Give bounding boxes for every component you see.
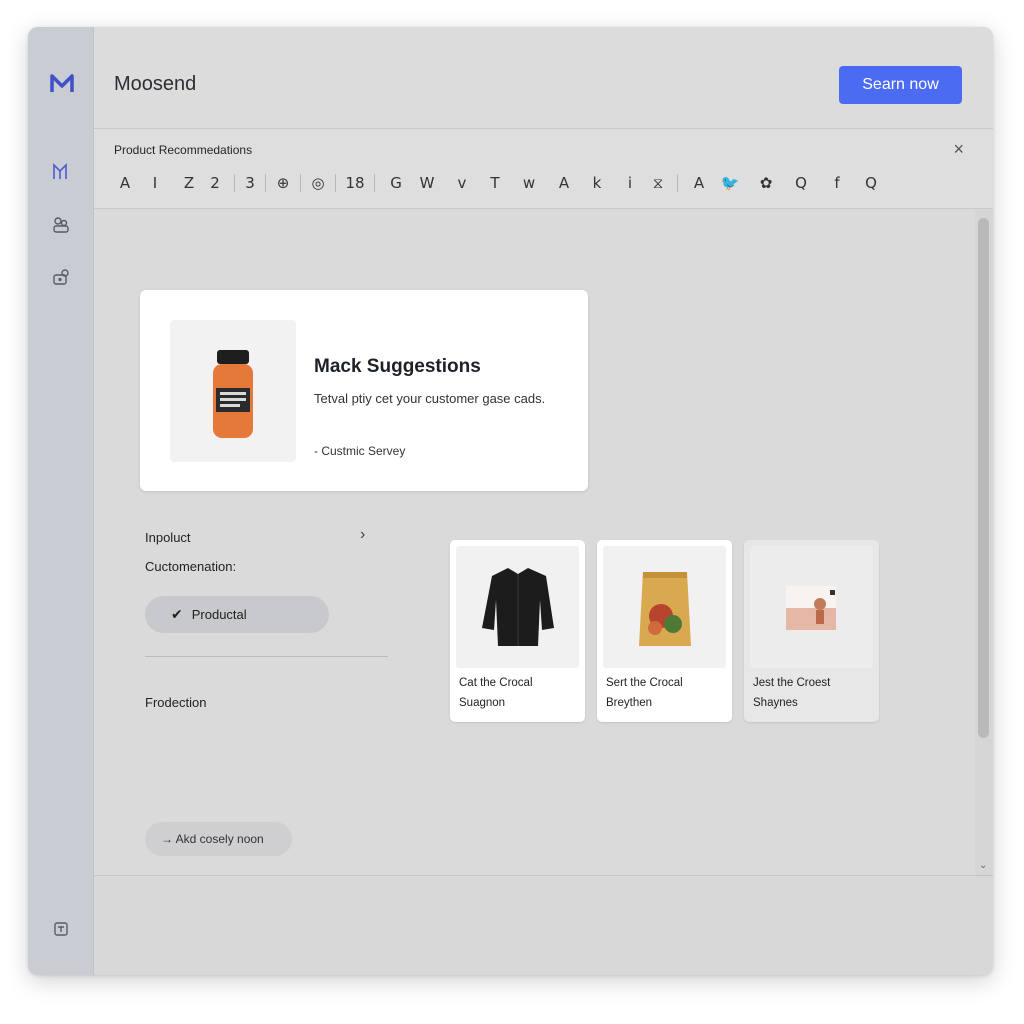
add-content-button[interactable]: → Akd cosely noon xyxy=(145,822,292,856)
product-card[interactable]: Sert the Crocal Breythen xyxy=(597,540,732,722)
tool-w-lower[interactable]: w xyxy=(511,171,547,195)
chevron-down-icon[interactable]: ⌄ xyxy=(979,860,987,871)
toolbar-divider xyxy=(265,174,266,192)
hourglass-icon[interactable]: ⧖ xyxy=(647,171,669,195)
campaign-icon xyxy=(53,163,67,179)
sidebar-item-campaigns[interactable] xyxy=(49,160,73,184)
search-icon[interactable]: Q xyxy=(784,171,818,195)
hero-description: Tetval ptiy cet your customer gase cads. xyxy=(314,391,546,406)
tool-t[interactable]: T xyxy=(479,171,511,195)
product-name-line2: Breythen xyxy=(606,697,653,709)
document-icon xyxy=(54,922,68,936)
target-icon[interactable]: ◎ xyxy=(309,171,327,195)
tool-3[interactable]: 3 xyxy=(243,171,257,195)
hero-meta: - Custmic Servey xyxy=(314,444,406,458)
scrollbar[interactable]: ⌄ xyxy=(975,210,993,875)
product-card[interactable]: Jest the Croest Shaynes xyxy=(744,540,879,722)
tool-text-color[interactable]: A xyxy=(686,171,712,195)
hero-image xyxy=(170,320,296,462)
close-icon[interactable]: × xyxy=(953,139,964,160)
orange-bottle-icon xyxy=(213,350,253,438)
moosend-logo-icon xyxy=(50,74,74,92)
tool-g[interactable]: G xyxy=(383,171,409,195)
tool-font-size[interactable]: 18 xyxy=(344,171,366,195)
scrollbar-thumb[interactable] xyxy=(978,218,989,738)
product-name-line1: Cat the Crocal xyxy=(459,677,533,689)
check-icon: ✔ xyxy=(171,606,183,622)
users-icon xyxy=(53,217,69,233)
editor-toolbar: Product Recommedations × A I Z 2 3 ⊕ ◎ 1… xyxy=(94,129,993,209)
search-now-button[interactable]: Searn now xyxy=(839,66,962,104)
tool-2[interactable]: 2 xyxy=(204,171,226,195)
chevron-right-icon[interactable]: › xyxy=(360,526,365,544)
zoom-icon[interactable]: Q xyxy=(856,171,886,195)
globe-icon[interactable]: ⊕ xyxy=(274,171,292,195)
product-card[interactable]: Cat the Crocal Suagnon xyxy=(450,540,585,722)
hero-title: Mack Suggestions xyxy=(314,356,481,377)
toolbar-divider xyxy=(677,174,678,192)
tool-w[interactable]: W xyxy=(409,171,445,195)
app-window: Moosend Searn now Product Recommedations… xyxy=(28,27,993,975)
toolbar-divider xyxy=(335,174,336,192)
product-image xyxy=(456,546,579,668)
product-name-line2: Suagnon xyxy=(459,697,506,709)
snack-bag-icon xyxy=(639,572,691,646)
product-image xyxy=(603,546,726,668)
section-label-production: Frodection xyxy=(145,695,207,710)
toolbar-divider xyxy=(374,174,375,192)
sidebar-item-audience[interactable] xyxy=(49,213,73,237)
panel-title: Product Recommedations xyxy=(114,143,253,157)
black-jacket-icon xyxy=(482,568,554,646)
section-label-product: Inpoluct xyxy=(145,530,191,545)
hero-card[interactable]: Mack Suggestions Tetval ptiy cet your cu… xyxy=(140,290,588,491)
photo-card-icon xyxy=(786,586,836,630)
bottom-panel xyxy=(94,875,993,975)
section-label-customization: Cuctomenation: xyxy=(145,559,237,574)
divider xyxy=(145,656,388,657)
header: Moosend Searn now xyxy=(94,27,993,129)
productal-chip[interactable]: ✔ Productal xyxy=(145,596,329,633)
product-image xyxy=(750,546,873,668)
product-name-line1: Jest the Croest xyxy=(753,677,831,689)
app-logo[interactable] xyxy=(49,71,75,97)
sidebar-item-automations[interactable] xyxy=(49,265,73,289)
tool-i[interactable]: i xyxy=(613,171,647,195)
app-title: Moosend xyxy=(114,73,197,95)
product-name-line1: Sert the Crocal xyxy=(606,677,683,689)
sidebar xyxy=(28,27,94,975)
tool-z[interactable]: Z xyxy=(174,171,204,195)
tool-v[interactable]: v xyxy=(445,171,479,195)
canvas-area: Mack Suggestions Tetval ptiy cet your cu… xyxy=(94,210,975,875)
tool-a[interactable]: A xyxy=(547,171,581,195)
tool-k[interactable]: k xyxy=(581,171,613,195)
tool-font[interactable]: A xyxy=(114,171,136,195)
twitter-icon[interactable]: 🐦 xyxy=(712,171,748,195)
tool-italic[interactable]: I xyxy=(136,171,174,195)
toolbar-divider xyxy=(300,174,301,192)
toolbar-divider xyxy=(234,174,235,192)
automation-icon xyxy=(53,269,69,285)
product-name-line2: Shaynes xyxy=(753,697,798,709)
toolbar-tools: A I Z 2 3 ⊕ ◎ 18 G W v T w A k i ⧖ A 🐦 ✿ xyxy=(114,171,886,195)
facebook-icon[interactable]: f xyxy=(818,171,856,195)
sidebar-item-settings[interactable] xyxy=(49,917,73,941)
badge-icon[interactable]: ✿ xyxy=(748,171,784,195)
chip-label: Productal xyxy=(191,607,247,622)
